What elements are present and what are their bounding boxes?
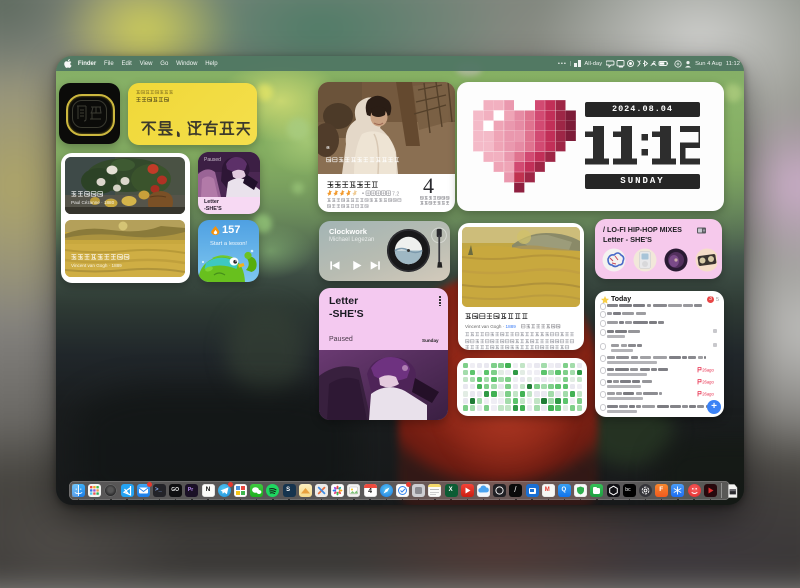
svg-text:7.2: 7.2 — [392, 191, 399, 196]
svg-text:26ago: 26ago — [702, 380, 714, 385]
svg-text:26ago: 26ago — [702, 368, 714, 373]
svg-text:26ago: 26ago — [702, 392, 714, 397]
